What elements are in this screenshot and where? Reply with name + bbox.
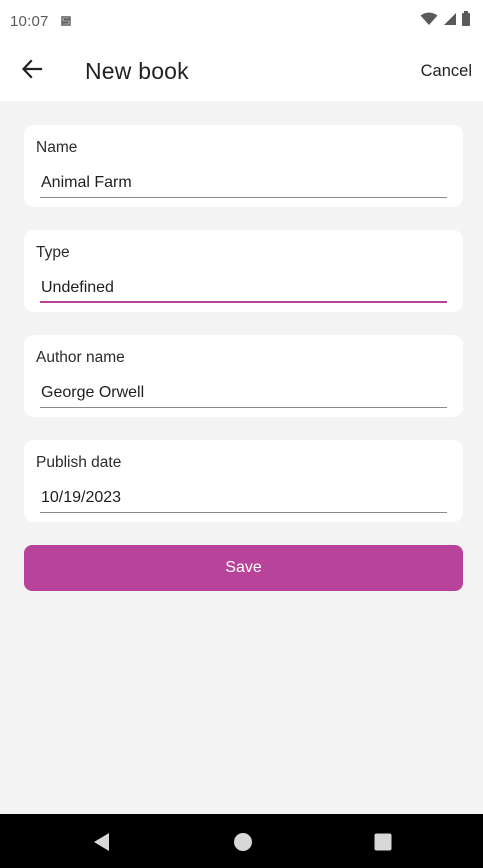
publish-date-label: Publish date	[36, 454, 122, 471]
author-card: Author name George Orwell	[24, 335, 463, 417]
status-icons	[420, 11, 471, 31]
save-button[interactable]: Save	[24, 545, 463, 591]
author-name-label: Author name	[36, 349, 125, 366]
type-card: Type Undefined	[24, 230, 463, 312]
author-name-input[interactable]: George Orwell	[40, 381, 447, 408]
publish-date-card: Publish date 10/19/2023	[24, 440, 463, 522]
book-form: Name Animal Farm Type Undefined Author n…	[24, 125, 463, 591]
home-circle-icon[interactable]	[233, 832, 253, 852]
back-button[interactable]	[12, 52, 52, 92]
name-input[interactable]: Animal Farm	[40, 171, 447, 198]
cancel-button[interactable]: Cancel	[421, 62, 472, 81]
name-card: Name Animal Farm	[24, 125, 463, 207]
page-title: New book	[85, 58, 189, 84]
cell-signal-icon	[442, 12, 457, 31]
back-triangle-icon[interactable]	[92, 832, 112, 852]
system-nav-bar	[0, 814, 483, 868]
recents-square-icon[interactable]	[373, 832, 393, 852]
status-time: 10:07	[10, 12, 49, 30]
status-bar: 10:07	[0, 0, 483, 42]
type-picker[interactable]: Undefined	[40, 276, 447, 303]
battery-icon	[461, 11, 471, 31]
name-label: Name	[36, 139, 78, 156]
type-label: Type	[36, 244, 70, 261]
app-bar: New book Cancel	[0, 42, 483, 101]
arrow-left-icon	[21, 58, 43, 85]
sync-icon	[59, 14, 73, 28]
wifi-icon	[420, 12, 438, 31]
publish-date-picker[interactable]: 10/19/2023	[40, 486, 447, 513]
